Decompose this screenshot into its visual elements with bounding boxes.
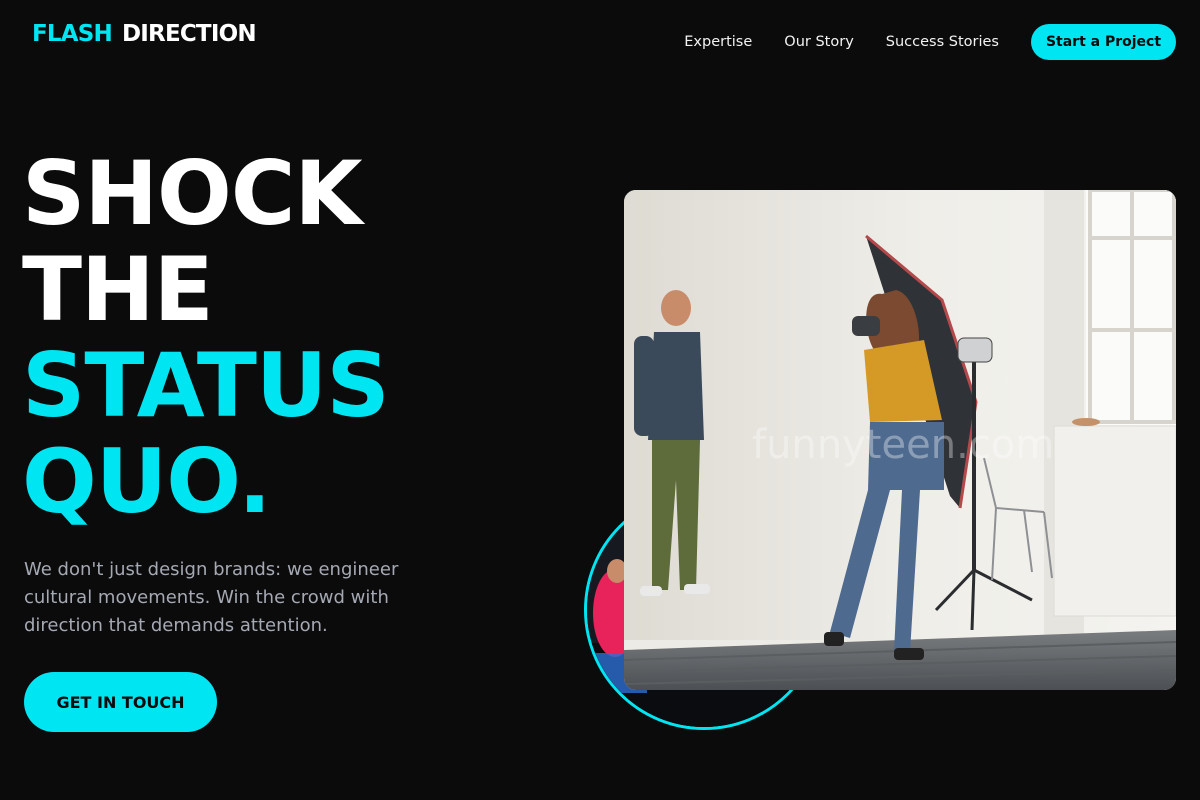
hero-photo: funnyteen.com — [624, 190, 1176, 690]
nav-link-success-stories[interactable]: Success Stories — [886, 32, 999, 52]
hero-subtext: We don't just design brands: we engineer… — [24, 559, 399, 636]
headline-line-2: THE — [22, 238, 214, 341]
nav-link-our-story[interactable]: Our Story — [784, 32, 853, 52]
main-nav: Expertise Our Story Success Stories Star… — [684, 24, 1176, 60]
hero-headline: SHOCK THE STATUS QUO. — [22, 142, 390, 533]
start-project-button[interactable]: Start a Project — [1031, 24, 1176, 60]
nav-link-expertise[interactable]: Expertise — [684, 32, 752, 52]
hero-photo-art: funnyteen.com — [624, 190, 1176, 690]
get-in-touch-button[interactable]: GET IN TOUCH — [24, 672, 217, 732]
photo-watermark: funnyteen.com — [752, 422, 1054, 468]
brand-logo[interactable]: FLASH DIRECTION — [32, 20, 257, 48]
headline-line-4: QUO. — [22, 430, 272, 533]
logo-flash: FLASH — [32, 21, 113, 47]
headline-line-1: SHOCK — [22, 142, 363, 245]
headline-line-3: STATUS — [22, 334, 390, 437]
logo-direction: DIRECTION — [121, 21, 257, 47]
